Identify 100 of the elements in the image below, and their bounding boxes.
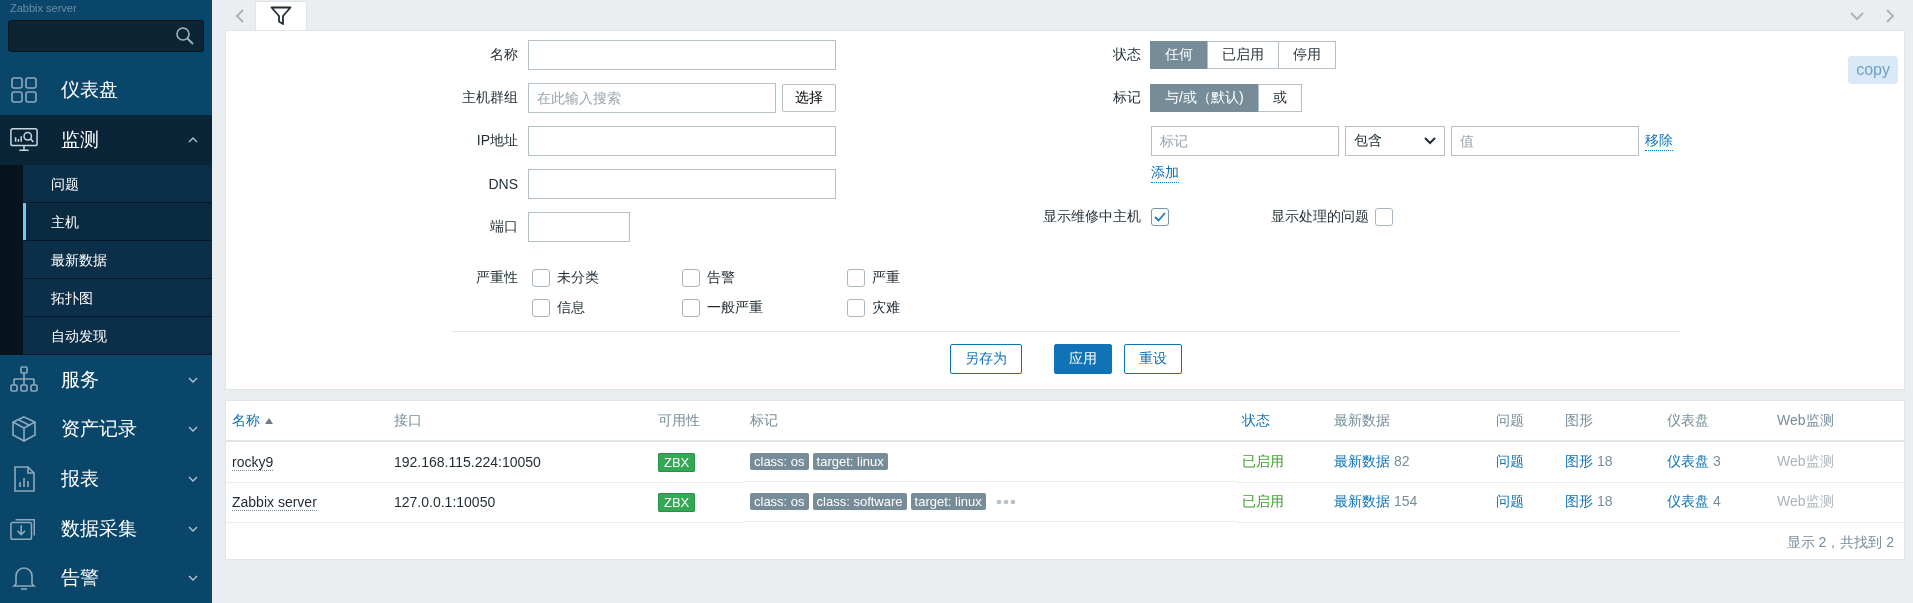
count: 18 [1596,493,1613,509]
column-header: Web监测 [1777,411,1834,428]
column-header: 接口 [394,411,422,428]
segment-button[interactable]: 任何 [1150,41,1208,69]
caret-down-icon [188,525,198,532]
form-button[interactable]: 另存为 [949,344,1022,374]
menu-item[interactable]: 告警 [0,553,212,603]
checkbox-label: 一般严重 [707,299,763,317]
table-cell: 127.0.0.1:10050 [394,494,496,510]
host-name-link[interactable]: rocky9 [232,453,274,471]
filter-tab[interactable] [255,1,307,30]
input-field[interactable]: 在此输入搜索 [528,83,776,113]
menu-item[interactable]: 资产记录 [0,404,212,455]
menu-item[interactable]: 数据采集 [0,503,212,554]
tag-input-field[interactable]: 标记 [1151,126,1339,156]
problems-link[interactable]: 问题 [1496,493,1524,509]
tag-badge: target: linux [910,493,986,510]
checkbox[interactable] [847,299,865,317]
search-icon[interactable] [175,25,195,46]
input-field[interactable] [528,40,836,70]
menu-item[interactable]: 仪表盘 [0,65,212,116]
graphs-link[interactable]: 图形 [1565,493,1593,509]
status-link[interactable]: 已启用 [1242,493,1284,509]
field-label: 状态 [1112,46,1142,64]
caret-down-icon [188,575,198,582]
latest-data-link[interactable]: 最新数据 [1334,452,1390,469]
table-cell: 192.168.115.224:10050 [394,453,541,470]
menu-item[interactable]: 监测 [0,115,212,165]
segment-button[interactable]: 或 [1257,84,1302,112]
filter-icon [270,6,292,26]
submenu-item[interactable]: 问题 [23,164,212,203]
form-button[interactable]: 重设 [1123,344,1182,374]
select-button[interactable]: 选择 [782,84,836,112]
checkbox[interactable] [1151,208,1169,226]
latest-data-link[interactable]: 最新数据 [1334,493,1390,509]
chevron-left-icon[interactable] [235,8,245,24]
search-field[interactable] [8,19,204,52]
menu-item[interactable]: 服务 [0,354,212,405]
checkbox-label: 未分类 [557,269,599,287]
field-label: 主机群组 [461,89,519,107]
field-label: 名称 [489,46,519,64]
segment-button[interactable]: 停用 [1278,41,1336,69]
checkbox[interactable] [532,299,550,317]
checkbox[interactable] [532,269,550,287]
input-field[interactable] [528,212,630,242]
remove-link[interactable]: 移除 [1645,131,1673,151]
bell-icon [10,564,38,593]
column-header: 标记 [750,411,778,428]
field-label: 标记 [1112,89,1142,107]
host-name-link[interactable]: Zabbix server [232,494,317,511]
graphs-link[interactable]: 图形 [1565,452,1593,469]
checkbox[interactable] [847,269,865,287]
more-icon[interactable] [995,498,1016,505]
results-count: 显示 2，共找到 2 [1786,533,1894,550]
value-input-field[interactable]: 值 [1451,126,1639,156]
availability-badge: ZBX [658,493,696,512]
checkbox-label: 告警 [707,269,735,287]
segment-button[interactable]: 与/或（默认) [1150,84,1259,112]
segment-button[interactable]: 已启用 [1207,41,1279,69]
add-link[interactable]: 添加 [1151,163,1179,183]
checkbox[interactable] [1375,208,1393,226]
tag-badge: target: linux [812,453,888,470]
chevron-right-icon[interactable] [1885,8,1895,24]
tag-badge: class: os [750,453,809,470]
status-link[interactable]: 已启用 [1242,452,1284,469]
tag-badge: class: software [812,493,907,510]
column-header: 可用性 [658,411,700,428]
submenu-item[interactable]: 拓扑图 [23,278,212,317]
caret-down-icon [188,426,198,433]
field-label: 端口 [489,218,519,236]
count: 18 [1596,452,1613,469]
operator-dropdown[interactable]: 包含 [1345,126,1445,156]
dashboards-link[interactable]: 仪表盘 [1667,493,1709,509]
chevron-down-icon [1424,137,1436,145]
hierarchy-icon [10,365,38,394]
field-label: DNS [487,176,519,192]
availability-badge: ZBX [658,452,696,472]
web-monitoring-text: Web监测 [1777,452,1834,469]
submenu-item[interactable]: 最新数据 [23,240,212,279]
problems-link[interactable]: 问题 [1496,452,1524,469]
menu-item[interactable]: 报表 [0,454,212,504]
column-header: 最新数据 [1334,411,1390,428]
input-field[interactable] [528,169,836,199]
checkbox-label: 信息 [557,299,585,317]
submenu-item[interactable]: 自动发现 [23,316,212,355]
sort-link[interactable]: 名称 [232,411,274,430]
checkbox[interactable] [682,299,700,317]
dashboards-link[interactable]: 仪表盘 [1667,452,1709,469]
sort-up-icon [264,416,274,425]
checkbox[interactable] [682,269,700,287]
sort-link[interactable]: 状态 [1242,411,1270,430]
checkbox-label: 严重 [872,269,900,287]
submenu-item[interactable]: 主机 [23,202,212,241]
input-field[interactable] [528,126,836,156]
chevron-down-icon[interactable] [1849,11,1865,21]
count: 3 [1712,452,1721,469]
column-header: 图形 [1565,411,1593,428]
caret-up-icon [188,137,198,144]
server-name: Zabbix server [9,1,78,16]
apply-button[interactable]: 应用 [1053,344,1112,374]
